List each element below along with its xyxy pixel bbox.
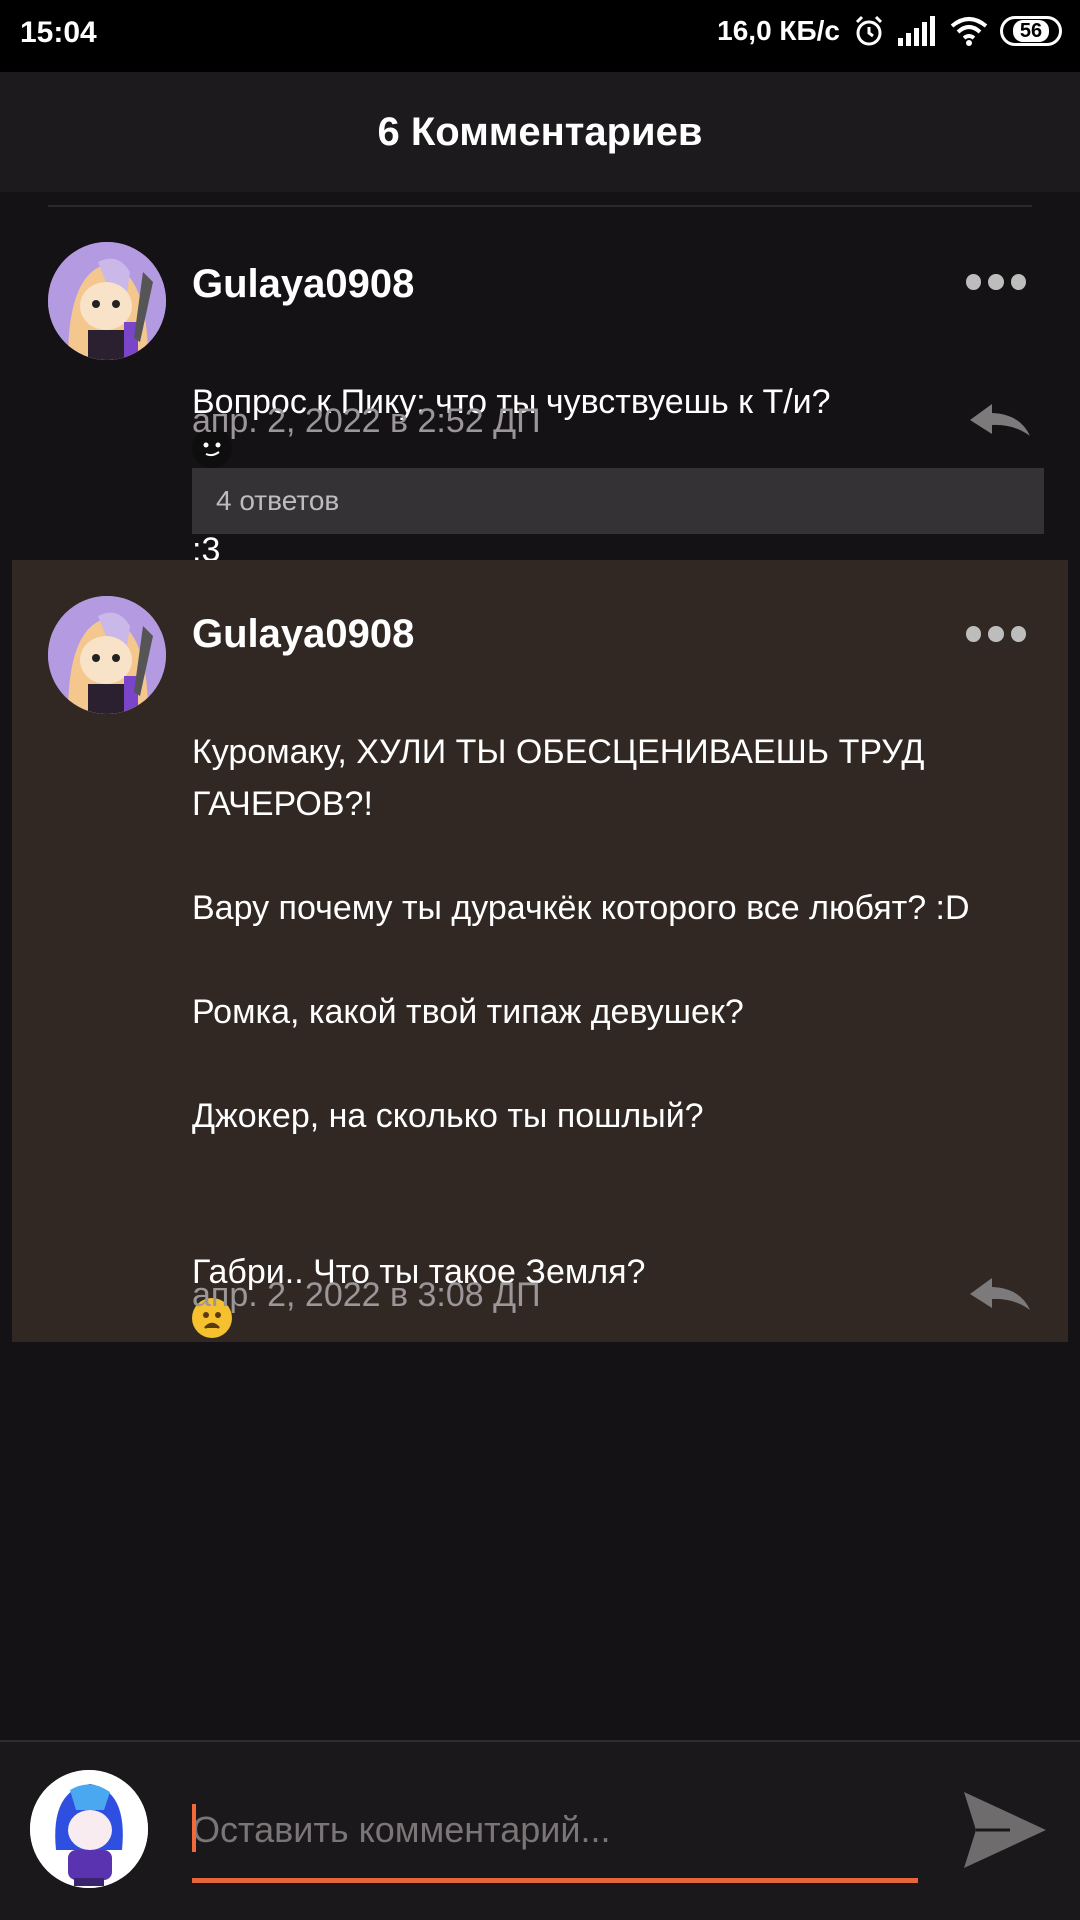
battery-level: 56 bbox=[1012, 20, 1050, 42]
status-indicators: 16,0 КБ/с 56 bbox=[717, 14, 1062, 48]
comment-username[interactable]: Gulaya0908 bbox=[192, 262, 414, 307]
battery-icon: 56 bbox=[1000, 16, 1062, 46]
more-options-icon[interactable] bbox=[966, 274, 1026, 290]
comment-item-highlighted: Gulaya0908 Куромаку, ХУЛИ ТЫ ОБЕСЦЕНИВАЕ… bbox=[12, 560, 1068, 1342]
page-title: 6 Комментариев bbox=[377, 109, 703, 154]
input-underline bbox=[192, 1878, 918, 1883]
comment-text: Вопрос к Пику: что ты чувствуешь к Т/и? … bbox=[192, 324, 1052, 576]
user-avatar[interactable] bbox=[48, 242, 166, 360]
network-speed: 16,0 КБ/с bbox=[717, 15, 840, 46]
text-caret bbox=[192, 1804, 196, 1852]
send-icon[interactable] bbox=[960, 1788, 1048, 1872]
status-time: 15:04 bbox=[20, 16, 97, 49]
status-bar: 15:04 16,0 КБ/с 56 bbox=[0, 0, 1080, 72]
view-replies-button[interactable]: 4 ответов bbox=[192, 468, 1044, 534]
comment-input[interactable] bbox=[192, 1802, 916, 1858]
divider bbox=[48, 205, 1032, 207]
signal-icon bbox=[898, 16, 938, 46]
comment-timestamp: апр. 2, 2022 в 2:52 ДП bbox=[192, 402, 541, 440]
alarm-icon bbox=[852, 14, 886, 48]
current-user-avatar[interactable] bbox=[30, 1770, 148, 1888]
comment-timestamp: апр. 2, 2022 в 3:08 ДП bbox=[192, 1276, 541, 1314]
wifi-icon bbox=[950, 16, 988, 46]
comments-header: 6 Комментариев bbox=[0, 72, 1080, 192]
comment-username[interactable]: Gulaya0908 bbox=[192, 612, 414, 657]
more-options-icon[interactable] bbox=[966, 626, 1026, 642]
comment-composer bbox=[0, 1742, 1080, 1920]
reply-icon[interactable] bbox=[968, 400, 1032, 440]
reply-icon[interactable] bbox=[968, 1274, 1032, 1314]
user-avatar[interactable] bbox=[48, 596, 166, 714]
comment-text-main: Куромаку, ХУЛИ ТЫ ОБЕСЦЕНИВАЕШЬ ТРУД ГАЧ… bbox=[192, 733, 970, 1291]
